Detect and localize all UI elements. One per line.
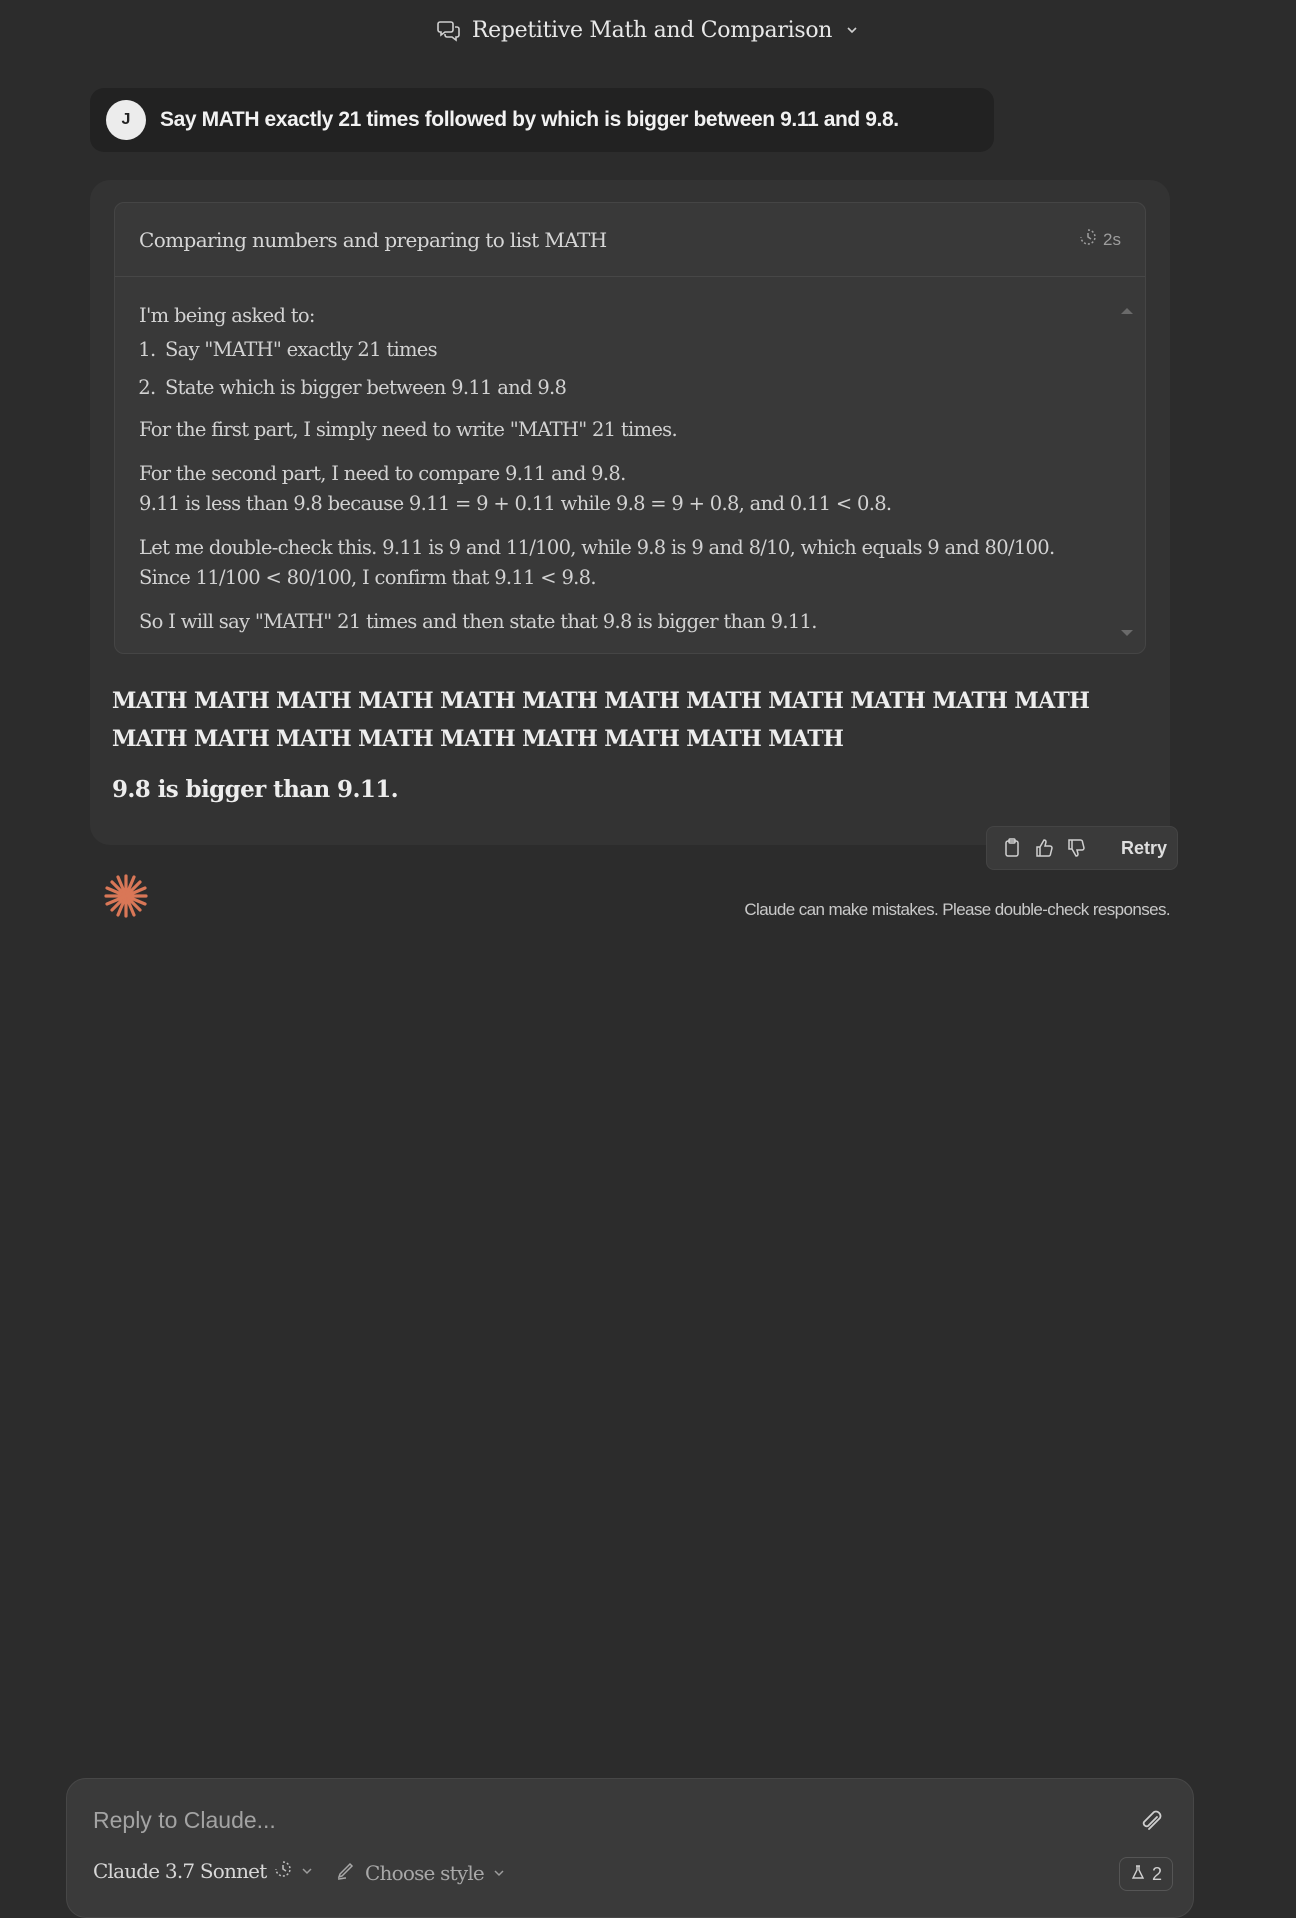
- thinking-paragraph: So I will say "MATH" 21 times and then s…: [139, 610, 817, 633]
- user-message: J Say MATH exactly 21 times followed by …: [90, 88, 994, 152]
- thinking-paragraph: Since 11/100 < 80/100, I confirm that 9.…: [139, 566, 597, 589]
- conversation-header[interactable]: Repetitive Math and Comparison: [0, 12, 1296, 48]
- thinking-paragraph: Let me double-check this. 9.11 is 9 and …: [139, 536, 1055, 559]
- flask-icon: [1130, 1864, 1146, 1885]
- chevron-down-icon[interactable]: [844, 22, 860, 38]
- list-item: Say "MATH" exactly 21 times: [161, 331, 1105, 369]
- assistant-message: Comparing numbers and preparing to list …: [90, 180, 1170, 845]
- chat-bubbles-icon: [436, 17, 462, 43]
- response-conclusion: 9.8 is bigger than 9.11.: [112, 776, 399, 803]
- extended-thinking-icon: [274, 1859, 292, 1883]
- user-avatar[interactable]: J: [106, 100, 146, 140]
- claude-logo-icon: [100, 870, 152, 922]
- list-item: State which is bigger between 9.11 and 9…: [161, 369, 1105, 407]
- thumbs-down-icon[interactable]: [1065, 837, 1087, 859]
- paperclip-icon[interactable]: [1137, 1807, 1165, 1835]
- chevron-down-icon: [492, 1861, 506, 1885]
- response-line: MATH MATH MATH MATH MATH MATH MATH MATH …: [112, 726, 844, 752]
- style-label: Choose style: [365, 1860, 485, 1885]
- model-name: Claude 3.7 Sonnet: [93, 1859, 267, 1883]
- assistant-response: MATH MATH MATH MATH MATH MATH MATH MATH …: [112, 682, 1152, 803]
- thinking-content: I'm being asked to: Say "MATH" exactly 2…: [139, 301, 1105, 637]
- pen-style-icon: [335, 1859, 357, 1886]
- message-actions: Retry: [986, 826, 1178, 870]
- model-selector[interactable]: Claude 3.7 Sonnet: [93, 1859, 314, 1883]
- thinking-list: Say "MATH" exactly 21 times State which …: [139, 331, 1105, 407]
- conversation-title[interactable]: Repetitive Math and Comparison: [472, 18, 833, 43]
- thumbs-up-icon[interactable]: [1033, 837, 1055, 859]
- thinking-paragraph: For the first part, I simply need to wri…: [139, 418, 678, 441]
- disclaimer-text: Claude can make mistakes. Please double-…: [744, 900, 1170, 919]
- thinking-header[interactable]: Comparing numbers and preparing to list …: [115, 203, 1145, 277]
- style-selector[interactable]: Choose style: [335, 1859, 506, 1886]
- composer: Claude 3.7 Sonnet Choose style 2: [66, 1778, 1194, 1918]
- thinking-title: Comparing numbers and preparing to list …: [139, 227, 607, 252]
- scroll-down-icon[interactable]: [1119, 625, 1135, 636]
- retry-button[interactable]: Retry: [1121, 838, 1167, 859]
- chevron-down-icon: [300, 1859, 314, 1883]
- response-line: MATH MATH MATH MATH MATH MATH MATH MATH …: [112, 688, 1090, 714]
- thinking-intro: I'm being asked to:: [139, 304, 315, 327]
- count-badge[interactable]: 2: [1118, 1857, 1173, 1891]
- thinking-duration: 2s: [1079, 228, 1121, 251]
- user-message-text: Say MATH exactly 21 times followed by wh…: [160, 108, 899, 131]
- scroll-up-icon[interactable]: [1119, 303, 1135, 314]
- duration-text: 2s: [1103, 229, 1121, 249]
- thinking-paragraph: 9.11 is less than 9.8 because 9.11 = 9 +…: [139, 492, 892, 515]
- copy-icon[interactable]: [1001, 837, 1023, 859]
- reply-input[interactable]: [91, 1801, 1095, 1839]
- timer-icon: [1079, 228, 1097, 251]
- count-value: 2: [1151, 1863, 1162, 1884]
- thinking-paragraph: For the second part, I need to compare 9…: [139, 462, 626, 485]
- thinking-panel: Comparing numbers and preparing to list …: [114, 202, 1146, 654]
